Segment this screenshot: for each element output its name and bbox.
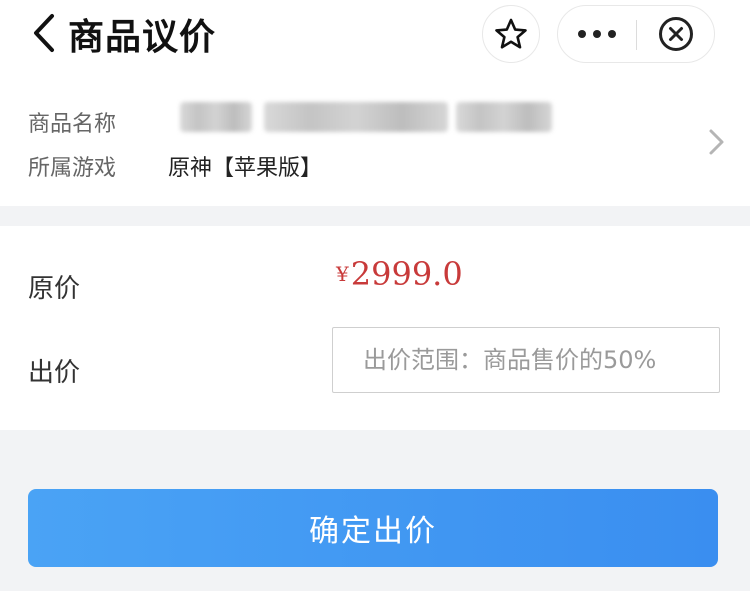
favorite-button[interactable] — [482, 5, 540, 63]
original-price-amount: 2999.0 — [350, 255, 463, 293]
navigation-bar: 商品议价 — [0, 0, 750, 90]
blurred-name-segment — [456, 102, 552, 132]
bid-label: 出价 — [28, 358, 81, 388]
blurred-name-segment — [180, 102, 252, 132]
original-price-label: 原价 — [28, 274, 81, 304]
back-button[interactable] — [28, 10, 64, 56]
close-button[interactable] — [637, 6, 715, 62]
page-title: 商品议价 — [68, 17, 217, 58]
game-value: 原神【苹果版】 — [168, 156, 323, 181]
product-name-label: 商品名称 — [28, 112, 117, 137]
more-button[interactable] — [558, 6, 636, 62]
star-outline-icon — [495, 18, 527, 49]
blurred-name-segment — [264, 102, 448, 132]
original-price: ¥2999.0 — [336, 255, 463, 293]
mini-program-capsule — [557, 5, 715, 63]
close-circle-icon — [659, 17, 693, 51]
game-label: 所属游戏 — [28, 156, 117, 181]
bid-price-input[interactable] — [332, 327, 720, 393]
chevron-left-icon — [34, 14, 54, 52]
chevron-right-icon — [709, 129, 724, 155]
currency-symbol: ¥ — [336, 262, 349, 286]
confirm-bid-button[interactable]: 确定出价 — [28, 489, 718, 567]
more-dots-icon — [578, 30, 616, 38]
